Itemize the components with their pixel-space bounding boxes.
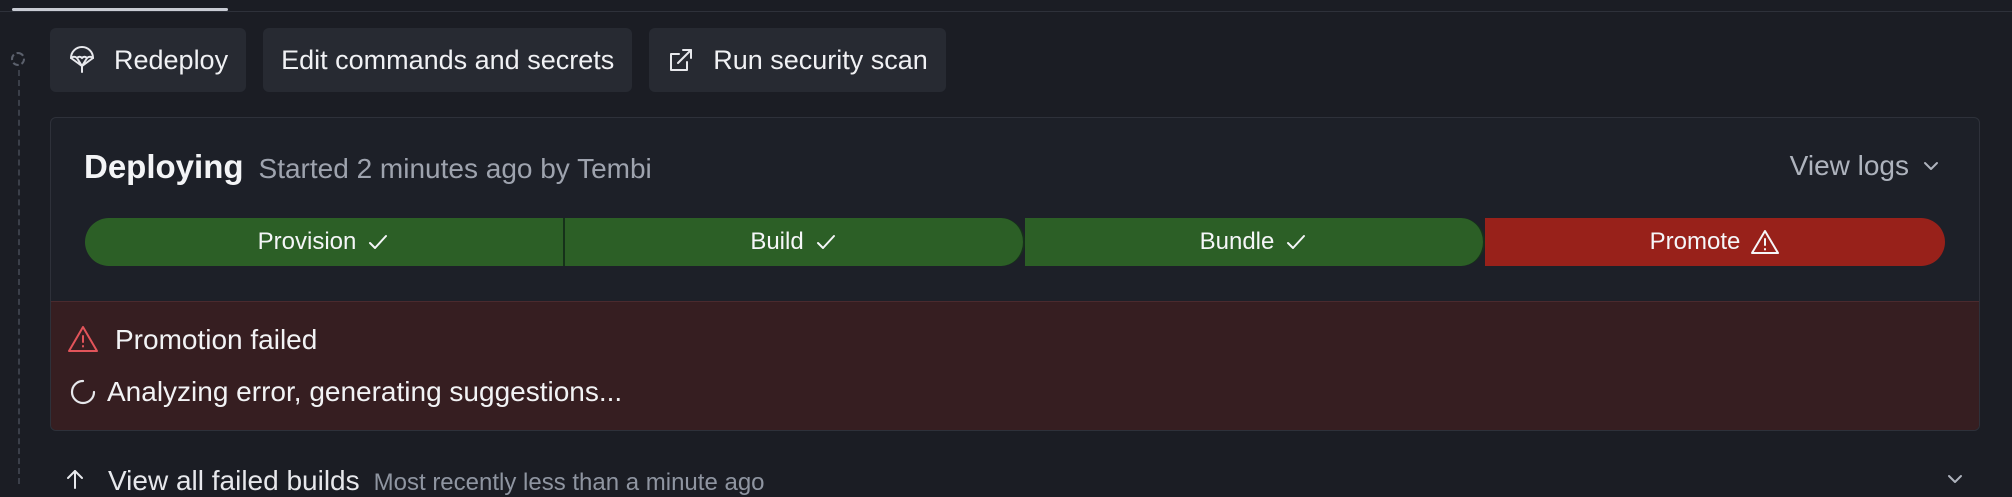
edit-commands-button[interactable]: Edit commands and secrets xyxy=(263,28,633,92)
chevron-down-icon[interactable] xyxy=(1946,470,1964,488)
view-logs-button[interactable]: View logs xyxy=(1790,150,1941,182)
deployment-card: Deploying Started 2 minutes ago by Tembi… xyxy=(50,117,1980,431)
arrow-up-icon xyxy=(67,470,83,489)
action-bar: Redeploy Edit commands and secrets Run s… xyxy=(50,28,946,92)
security-scan-button[interactable]: Run security scan xyxy=(649,28,946,92)
warning-triangle-icon xyxy=(67,324,99,356)
pipeline-progress: Provision Build Bundle Promote xyxy=(85,218,1945,266)
pipeline-step-build[interactable]: Build xyxy=(565,218,1025,266)
pipeline-step-bundle[interactable]: Bundle xyxy=(1025,218,1485,266)
timeline-node-icon xyxy=(11,52,25,66)
error-analysis-status: Analyzing error, generating suggestions.… xyxy=(69,376,622,408)
chevron-down-icon xyxy=(1924,162,1938,170)
error-title: Promotion failed xyxy=(115,324,318,355)
warning-triangle-icon xyxy=(1750,228,1780,256)
spinner-icon xyxy=(69,378,97,406)
step-label: Build xyxy=(750,228,804,255)
deployment-header: Deploying Started 2 minutes ago by Tembi xyxy=(84,148,652,186)
error-panel: Promotion failed Analyzing error, genera… xyxy=(51,301,1979,430)
step-label: Promote xyxy=(1649,228,1741,255)
failed-builds-subtitle: Most recently less than a minute ago xyxy=(373,469,765,496)
pipeline-step-provision[interactable]: Provision xyxy=(85,218,565,266)
redeploy-button[interactable]: Redeploy xyxy=(50,28,247,92)
active-tab-indicator xyxy=(12,8,228,11)
external-arrow-icon xyxy=(667,46,695,74)
deployment-status-title: Deploying xyxy=(84,148,244,185)
error-heading: Promotion failed xyxy=(67,324,317,356)
failed-builds-row[interactable]: View all failed builds Most recently les… xyxy=(64,465,765,497)
security-scan-label: Run security scan xyxy=(713,44,928,75)
error-analysis-text: Analyzing error, generating suggestions.… xyxy=(107,376,623,407)
checkmark-icon xyxy=(1284,230,1308,254)
checkmark-icon xyxy=(814,230,838,254)
step-label: Bundle xyxy=(1199,228,1275,255)
parachute-icon xyxy=(68,46,96,74)
failed-builds-title: View all failed builds xyxy=(108,465,360,496)
view-logs-label: View logs xyxy=(1789,150,1909,181)
top-divider xyxy=(0,0,2012,12)
step-label: Provision xyxy=(257,228,357,255)
timeline-connector xyxy=(18,70,20,484)
edit-commands-label: Edit commands and secrets xyxy=(281,44,615,75)
deployment-started-info: Started 2 minutes ago by Tembi xyxy=(258,153,652,184)
checkmark-icon xyxy=(366,230,390,254)
pipeline-step-promote[interactable]: Promote xyxy=(1485,218,1945,266)
redeploy-label: Redeploy xyxy=(114,44,229,75)
